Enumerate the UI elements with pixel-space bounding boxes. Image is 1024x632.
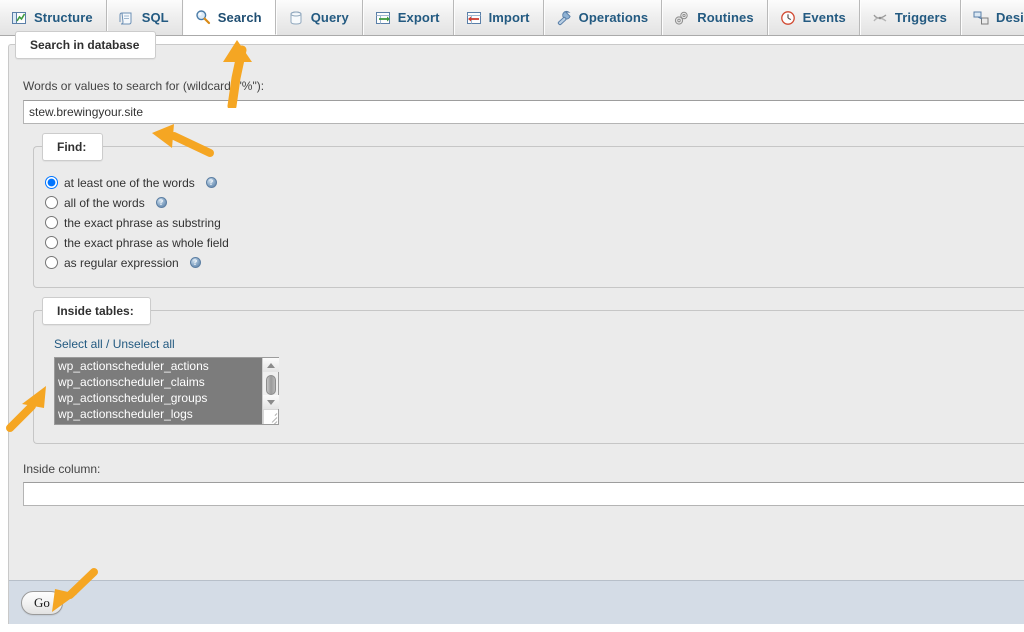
tab-designer[interactable]: Designer <box>961 0 1024 35</box>
tab-search[interactable]: Search <box>182 0 276 35</box>
radio-input[interactable] <box>45 256 58 269</box>
scroll-up-icon[interactable] <box>263 358 279 372</box>
resize-grip-icon[interactable] <box>263 409 278 424</box>
scrollbar-thumb[interactable] <box>266 375 276 395</box>
routines-icon <box>674 10 690 26</box>
tab-operations[interactable]: Operations <box>543 0 663 35</box>
help-icon[interactable]: ? <box>205 177 217 188</box>
tab-label: Structure <box>34 10 93 25</box>
radio-regular-expression[interactable]: as regular expression ? <box>44 253 201 272</box>
clock-icon <box>780 10 796 26</box>
scroll-down-icon[interactable] <box>263 395 279 409</box>
query-icon <box>288 10 304 26</box>
panel-title: Search in database <box>15 31 157 59</box>
tab-structure[interactable]: Structure <box>0 0 107 35</box>
wrench-icon <box>556 10 572 26</box>
tab-triggers[interactable]: Triggers <box>859 0 961 35</box>
radio-input[interactable] <box>45 216 58 229</box>
tab-label: Export <box>397 10 440 25</box>
radio-label: at least one of the words <box>64 175 195 190</box>
designer-icon <box>973 10 989 26</box>
tab-label: Import <box>488 10 530 25</box>
radio-label: all of the words <box>64 195 145 210</box>
tab-label: Operations <box>578 10 649 25</box>
tab-label: Events <box>802 10 846 25</box>
search-input[interactable] <box>23 100 1024 124</box>
radio-input[interactable] <box>45 176 58 189</box>
inside-column-label: Inside column: <box>23 462 101 476</box>
radio-exact-phrase-substring[interactable]: the exact phrase as substring <box>44 213 221 232</box>
tables-list[interactable]: wp_actionscheduler_actions wp_actionsche… <box>55 358 262 424</box>
radio-exact-phrase-whole-field[interactable]: the exact phrase as whole field <box>44 233 229 252</box>
tab-label: Triggers <box>894 10 947 25</box>
triggers-icon <box>872 10 888 26</box>
list-item[interactable]: wp_actionscheduler_claims <box>55 374 262 390</box>
tab-routines[interactable]: Routines <box>662 0 768 35</box>
radio-input[interactable] <box>45 196 58 209</box>
tab-export[interactable]: Export <box>362 0 454 35</box>
tab-label: SQL <box>141 10 169 25</box>
tab-import[interactable]: Import <box>453 0 544 35</box>
list-item[interactable]: wp_actionscheduler_actions <box>55 358 262 374</box>
inside-tables-fieldset: Inside tables: Select all / Unselect all… <box>33 297 1024 444</box>
form-footer: Go <box>9 580 1024 624</box>
radio-at-least-one-word[interactable]: at least one of the words ? <box>44 173 217 192</box>
select-all-link[interactable]: Select all / Unselect all <box>54 337 175 351</box>
tab-label: Query <box>310 10 349 25</box>
tab-label: Search <box>217 9 262 25</box>
search-icon <box>195 9 211 25</box>
import-icon <box>466 10 482 26</box>
tab-label: Designer <box>996 10 1024 25</box>
inside-column-input[interactable] <box>23 482 1024 506</box>
list-item[interactable]: wp_actionscheduler_logs <box>55 406 262 422</box>
tables-scrollbar[interactable] <box>262 358 279 424</box>
sql-icon <box>119 10 135 26</box>
radio-input[interactable] <box>45 236 58 249</box>
tab-label: Routines <box>697 10 754 25</box>
export-icon <box>375 10 391 26</box>
help-icon[interactable]: ? <box>155 197 167 208</box>
search-words-label: Words or values to search for (wildcard:… <box>23 79 265 93</box>
find-fieldset: Find: at least one of the words ? all of… <box>33 133 1024 288</box>
radio-label: as regular expression <box>64 255 179 270</box>
tables-multiselect[interactable]: wp_actionscheduler_actions wp_actionsche… <box>54 357 279 425</box>
search-panel: Search in database Words or values to se… <box>8 31 1024 624</box>
inside-tables-legend: Inside tables: <box>42 297 151 325</box>
radio-label: the exact phrase as substring <box>64 215 221 230</box>
tab-query[interactable]: Query <box>275 0 363 35</box>
find-legend: Find: <box>42 133 104 161</box>
radio-all-of-the-words[interactable]: all of the words ? <box>44 193 167 212</box>
list-item[interactable]: wp_actionscheduler_groups <box>55 390 262 406</box>
tab-events[interactable]: Events <box>767 0 860 35</box>
go-button[interactable]: Go <box>21 591 63 615</box>
radio-label: the exact phrase as whole field <box>64 235 229 250</box>
help-icon[interactable]: ? <box>189 257 201 268</box>
tab-sql[interactable]: SQL <box>106 0 183 35</box>
structure-icon <box>11 10 27 26</box>
